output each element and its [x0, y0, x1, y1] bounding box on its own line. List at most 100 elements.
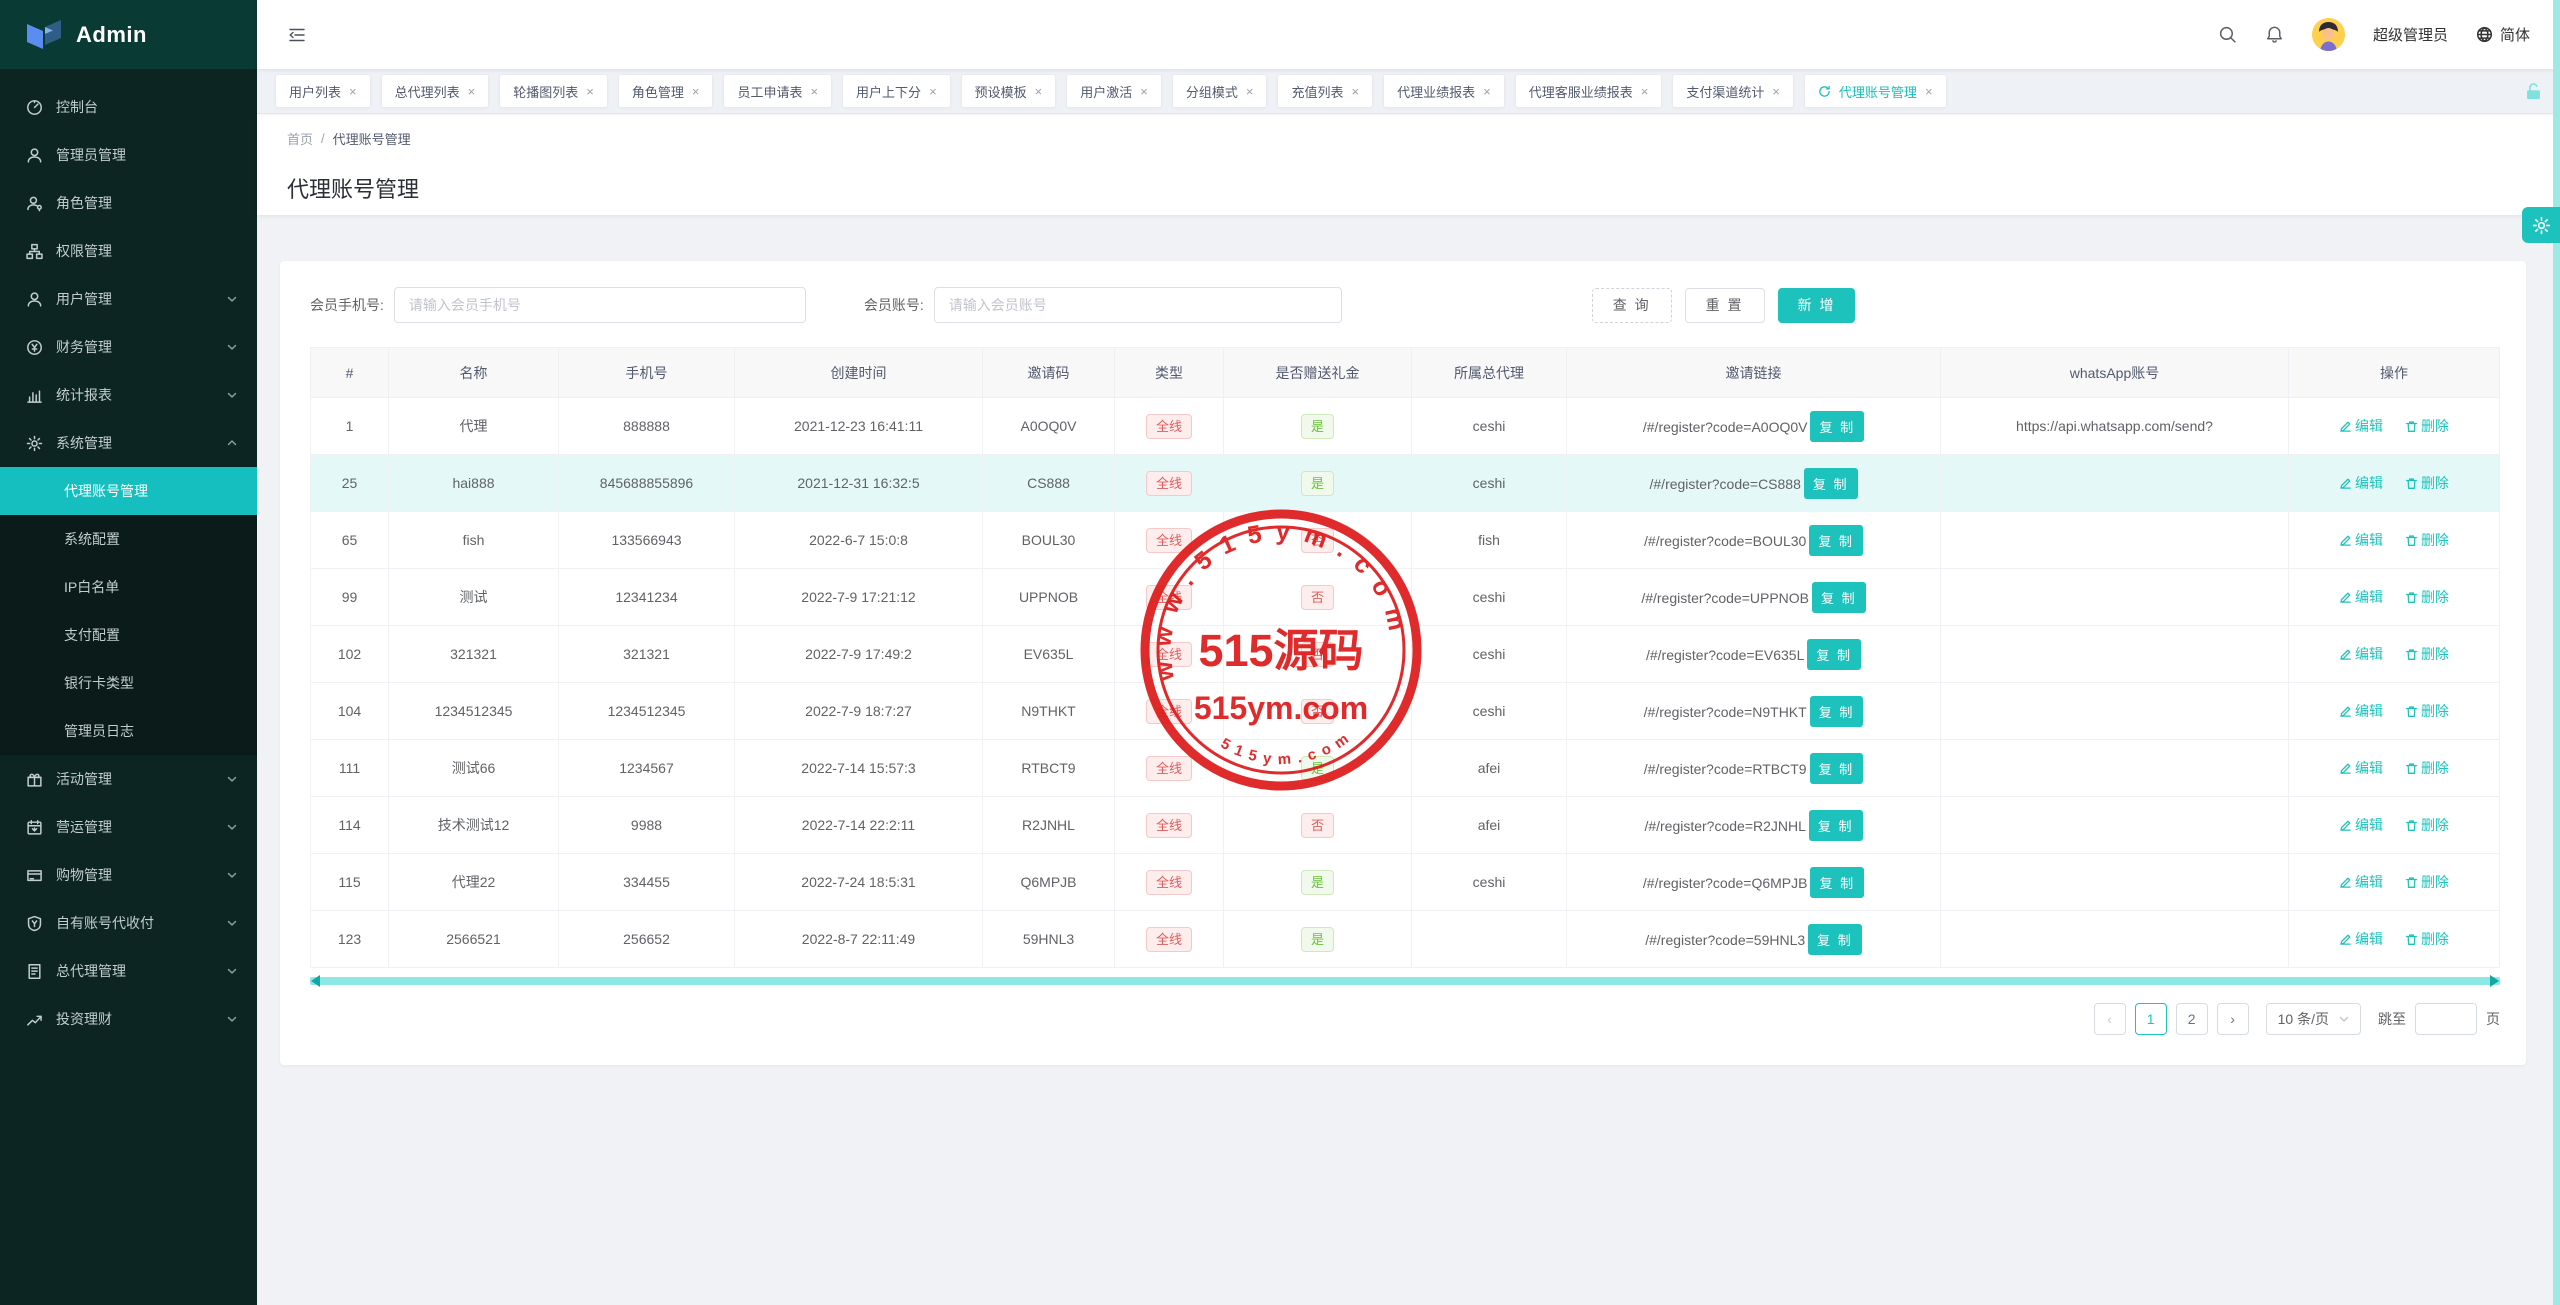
sidebar-item-system[interactable]: 系统管理 [0, 419, 257, 467]
copy-button[interactable]: 复 制 [1810, 867, 1864, 898]
settings-fab[interactable] [2522, 207, 2560, 243]
sidebar-item-system-config[interactable]: 系统配置 [0, 515, 257, 563]
close-icon[interactable]: × [1772, 84, 1780, 99]
tab-user-updown[interactable]: 用户上下分× [842, 74, 951, 108]
copy-button[interactable]: 复 制 [1809, 525, 1863, 556]
delete-button[interactable]: 删除 [2405, 872, 2449, 892]
sidebar-item-reports[interactable]: 统计报表 [0, 371, 257, 419]
delete-button[interactable]: 删除 [2405, 416, 2449, 436]
close-icon[interactable]: × [1925, 84, 1933, 99]
edit-button[interactable]: 编辑 [2339, 416, 2383, 436]
sidebar-item-operations[interactable]: 营运管理 [0, 803, 257, 851]
delete-button[interactable]: 删除 [2405, 701, 2449, 721]
page-button-1[interactable]: 1 [2135, 1003, 2167, 1035]
prev-page-button[interactable]: ‹ [2094, 1003, 2126, 1035]
edit-button[interactable]: 编辑 [2339, 530, 2383, 550]
delete-button[interactable]: 删除 [2405, 587, 2449, 607]
copy-button[interactable]: 复 制 [1807, 639, 1861, 670]
sidebar-item-investment[interactable]: 投资理财 [0, 995, 257, 1043]
tab-carousel-list[interactable]: 轮播图列表× [499, 74, 608, 108]
copy-button[interactable]: 复 制 [1810, 411, 1864, 442]
breadcrumb-home[interactable]: 首页 [287, 129, 313, 148]
delete-button[interactable]: 删除 [2405, 815, 2449, 835]
copy-button[interactable]: 复 制 [1810, 696, 1864, 727]
sidebar-item-general-agents[interactable]: 总代理管理 [0, 947, 257, 995]
sidebar-item-roles[interactable]: 角色管理 [0, 179, 257, 227]
close-icon[interactable]: × [929, 84, 937, 99]
edit-button[interactable]: 编辑 [2339, 815, 2383, 835]
language-switcher[interactable]: 简体 [2476, 24, 2530, 45]
page-button-2[interactable]: 2 [2176, 1003, 2208, 1035]
close-icon[interactable]: × [810, 84, 818, 99]
page-size-select[interactable]: 10 条/页 [2266, 1003, 2361, 1035]
close-icon[interactable]: × [1035, 84, 1043, 99]
delete-button[interactable]: 删除 [2405, 530, 2449, 550]
account-filter-input[interactable] [934, 287, 1342, 323]
edit-button[interactable]: 编辑 [2339, 644, 2383, 664]
edit-button[interactable]: 编辑 [2339, 758, 2383, 778]
search-icon[interactable] [2218, 25, 2237, 44]
horizontal-scrollbar[interactable] [310, 977, 2500, 985]
tab-staff-applications[interactable]: 员工申请表× [723, 74, 832, 108]
tab-preset-templates[interactable]: 预设模板× [961, 74, 1057, 108]
jump-page-input[interactable] [2415, 1003, 2477, 1035]
edit-button[interactable]: 编辑 [2339, 587, 2383, 607]
sidebar-item-ip-whitelist[interactable]: IP白名单 [0, 563, 257, 611]
reset-button[interactable]: 重 置 [1685, 288, 1765, 323]
tab-agent-cs-performance[interactable]: 代理客服业绩报表× [1515, 74, 1663, 108]
delete-button[interactable]: 删除 [2405, 644, 2449, 664]
refresh-icon[interactable] [1818, 85, 1831, 98]
copy-button[interactable]: 复 制 [1812, 582, 1866, 613]
close-icon[interactable]: × [1352, 84, 1360, 99]
copy-button[interactable]: 复 制 [1810, 753, 1864, 784]
tab-user-list[interactable]: 用户列表× [275, 74, 371, 108]
add-button[interactable]: 新 增 [1778, 288, 1856, 323]
sidebar-item-shopping[interactable]: 购物管理 [0, 851, 257, 899]
tab-payment-channel-stats[interactable]: 支付渠道统计× [1672, 74, 1794, 108]
edit-button[interactable]: 编辑 [2339, 872, 2383, 892]
tab-group-mode[interactable]: 分组模式× [1172, 74, 1268, 108]
user-name[interactable]: 超级管理员 [2373, 24, 2448, 45]
copy-button[interactable]: 复 制 [1804, 468, 1858, 499]
close-icon[interactable]: × [1246, 84, 1254, 99]
avatar[interactable] [2312, 18, 2345, 51]
tab-user-activation[interactable]: 用户激活× [1066, 74, 1162, 108]
sidebar-item-permissions[interactable]: 权限管理 [0, 227, 257, 275]
phone-filter-input[interactable] [394, 287, 806, 323]
close-icon[interactable]: × [692, 84, 700, 99]
sidebar-item-self-payment[interactable]: 自有账号代收付 [0, 899, 257, 947]
delete-button[interactable]: 删除 [2405, 758, 2449, 778]
close-icon[interactable]: × [586, 84, 594, 99]
close-icon[interactable]: × [1483, 84, 1491, 99]
close-icon[interactable]: × [1140, 84, 1148, 99]
query-button[interactable]: 查 询 [1592, 288, 1672, 323]
sidebar-item-admin-logs[interactable]: 管理员日志 [0, 707, 257, 755]
unlock-icon[interactable] [2523, 81, 2544, 102]
edit-button[interactable]: 编辑 [2339, 473, 2383, 493]
tab-role-management[interactable]: 角色管理× [618, 74, 714, 108]
sidebar-collapse-button[interactable] [287, 25, 307, 45]
sidebar-item-users[interactable]: 用户管理 [0, 275, 257, 323]
sidebar-item-activities[interactable]: 活动管理 [0, 755, 257, 803]
tab-agent-performance[interactable]: 代理业绩报表× [1383, 74, 1505, 108]
delete-button[interactable]: 删除 [2405, 473, 2449, 493]
vertical-scrollbar[interactable] [2553, 0, 2560, 1305]
close-icon[interactable]: × [1641, 84, 1649, 99]
copy-button[interactable]: 复 制 [1809, 810, 1863, 841]
sidebar-item-admins[interactable]: 管理员管理 [0, 131, 257, 179]
delete-button[interactable]: 删除 [2405, 929, 2449, 949]
edit-button[interactable]: 编辑 [2339, 929, 2383, 949]
sidebar-item-dashboard[interactable]: 控制台 [0, 83, 257, 131]
next-page-button[interactable]: › [2217, 1003, 2249, 1035]
sidebar-item-finance[interactable]: 财务管理 [0, 323, 257, 371]
sidebar-item-agent-accounts[interactable]: 代理账号管理 [0, 467, 257, 515]
copy-button[interactable]: 复 制 [1808, 924, 1862, 955]
tab-agent-account-management[interactable]: 代理账号管理× [1804, 74, 1947, 108]
tab-general-agent-list[interactable]: 总代理列表× [381, 74, 490, 108]
sidebar-item-bankcard-types[interactable]: 银行卡类型 [0, 659, 257, 707]
bell-icon[interactable] [2265, 25, 2284, 44]
edit-button[interactable]: 编辑 [2339, 701, 2383, 721]
close-icon[interactable]: × [468, 84, 476, 99]
sidebar-item-payment-config[interactable]: 支付配置 [0, 611, 257, 659]
tab-recharge-list[interactable]: 充值列表× [1277, 74, 1373, 108]
